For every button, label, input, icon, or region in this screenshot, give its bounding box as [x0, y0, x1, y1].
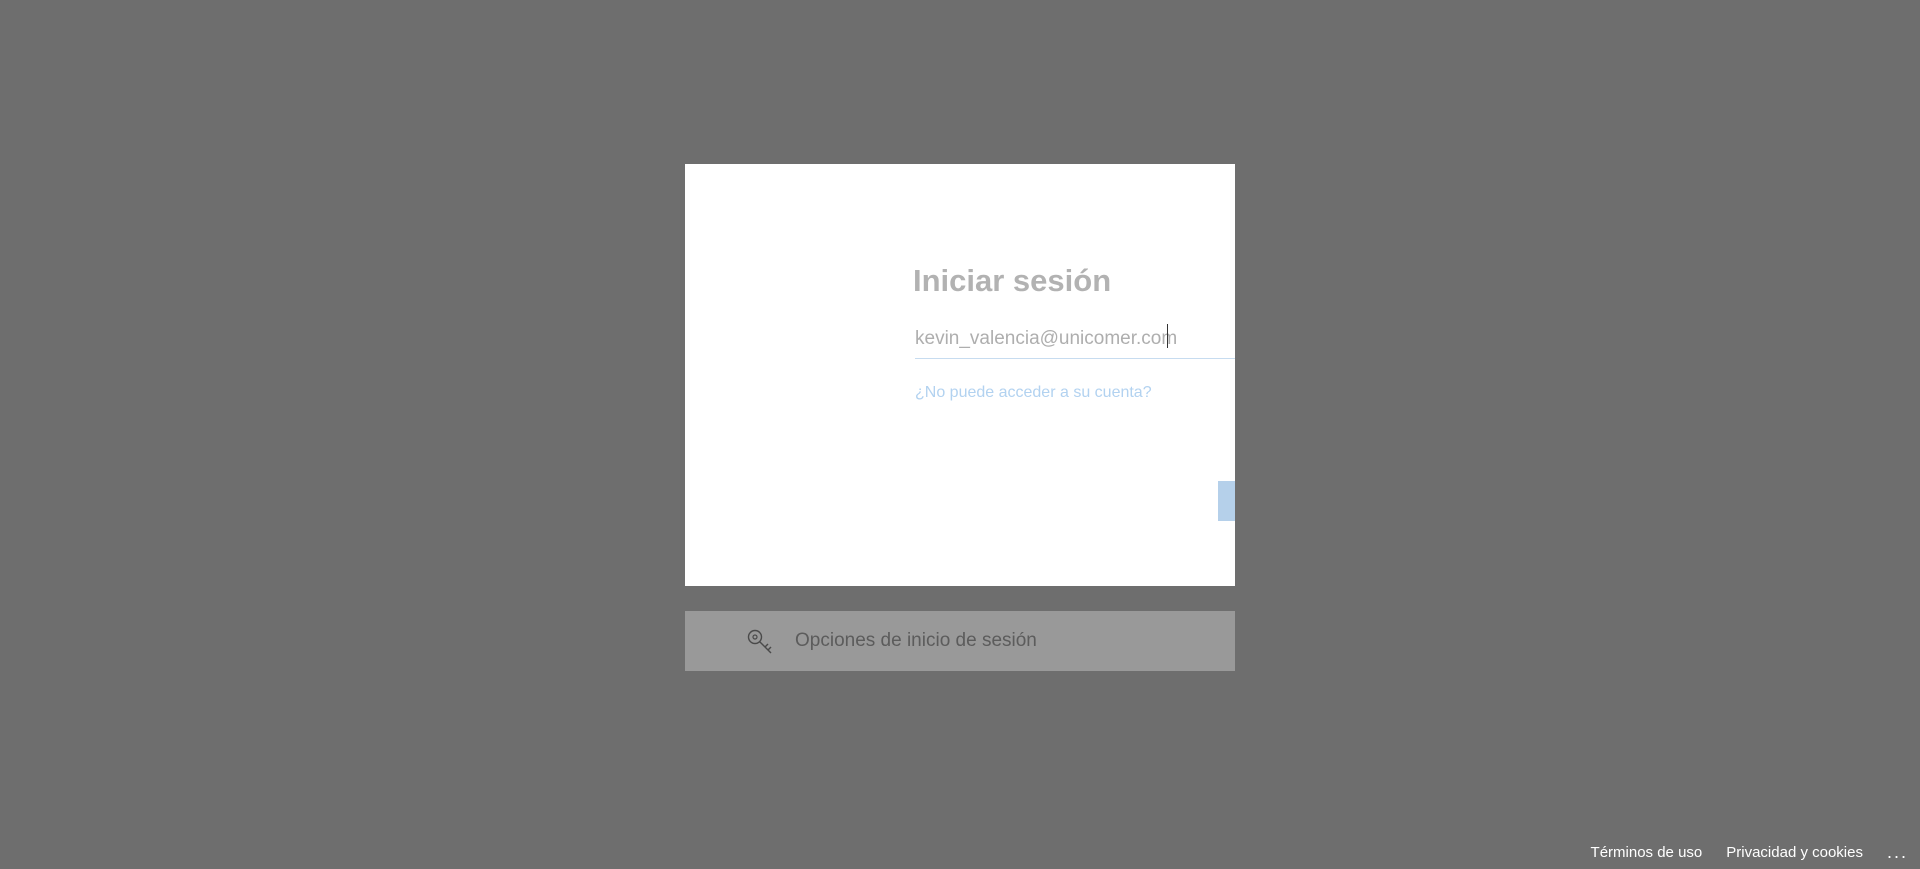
signin-options-label: Opciones de inicio de sesión	[795, 630, 1037, 651]
key-search-icon	[747, 629, 772, 654]
more-options-button[interactable]: ...	[1887, 843, 1908, 861]
signin-card: Iniciar sesión ¿No puede acceder a su cu…	[685, 164, 1235, 586]
page-backdrop: Iniciar sesión ¿No puede acceder a su cu…	[0, 0, 1920, 869]
signin-options-button[interactable]: Opciones de inicio de sesión	[685, 611, 1235, 671]
next-button[interactable]	[1218, 481, 1235, 521]
privacy-cookies-link[interactable]: Privacidad y cookies	[1726, 844, 1863, 861]
signin-title: Iniciar sesión	[913, 263, 1112, 298]
footer: Términos de uso Privacidad y cookies ...	[1591, 842, 1920, 862]
text-caret	[1167, 324, 1168, 348]
cant-access-account-link[interactable]: ¿No puede acceder a su cuenta?	[915, 384, 1152, 402]
terms-of-use-link[interactable]: Términos de uso	[1591, 844, 1703, 861]
email-field[interactable]	[915, 320, 1235, 359]
